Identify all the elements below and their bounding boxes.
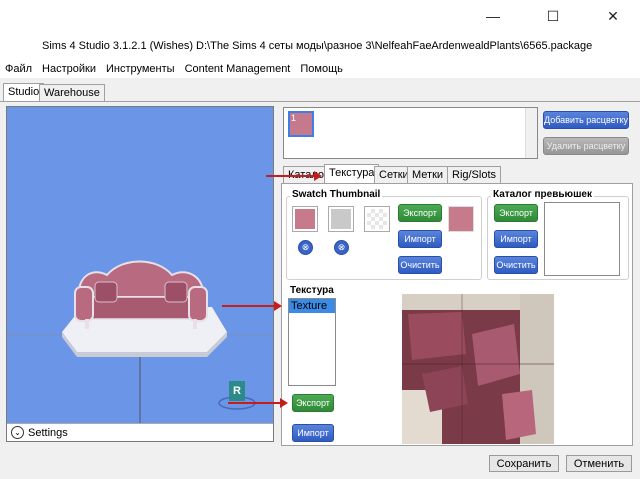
menu-file[interactable]: Файл xyxy=(0,63,37,75)
texture-panel: Swatch Thumbnail ⊗ ⊗ Экспорт Импорт Очис… xyxy=(281,183,633,446)
preview-viewport[interactable]: R ⌄ Settings xyxy=(6,106,274,442)
swatch-export-button[interactable]: Экспорт xyxy=(398,204,442,222)
title-bar: Sims 4 Studio 3.1.2.1 (Wishes) D:\The Si… xyxy=(0,0,640,60)
swatch-item[interactable]: 1 xyxy=(288,111,314,137)
menu-bar: Файл Настройки Инструменты Content Manag… xyxy=(0,60,640,78)
catalog-import-button[interactable]: Импорт xyxy=(494,230,538,248)
swatch-thumb-color[interactable] xyxy=(292,206,318,232)
swatch-scrollbar[interactable] xyxy=(525,108,537,158)
settings-label: Settings xyxy=(28,426,68,439)
maximize-icon[interactable]: ☐ xyxy=(530,0,576,32)
arrow-to-texture-list xyxy=(222,301,282,311)
tab-rig-slots[interactable]: Rig/Slots xyxy=(447,166,502,183)
menu-content-management[interactable]: Content Management xyxy=(180,63,296,75)
texture-import-button[interactable]: Импорт xyxy=(292,424,334,442)
texture-export-button[interactable]: Экспорт xyxy=(292,394,334,412)
swatch-thumb-gray[interactable] xyxy=(328,206,354,232)
list-item[interactable]: Texture xyxy=(289,299,335,313)
chevron-down-circle-icon[interactable]: ⌄ xyxy=(11,426,24,439)
swatch-strip: 1 xyxy=(283,107,538,159)
swatch-thumbnail-title: Swatch Thumbnail xyxy=(290,189,383,200)
sofa-preview xyxy=(7,260,273,423)
menu-help[interactable]: Помощь xyxy=(295,63,348,75)
swatch-thumb-transparent[interactable] xyxy=(364,206,390,232)
settings-bar[interactable]: ⌄ Settings xyxy=(7,423,273,441)
swatch-item-label: 1 xyxy=(291,113,297,123)
texture-preview xyxy=(402,294,554,444)
minimize-icon[interactable]: — xyxy=(470,0,516,32)
delete-swatch-button[interactable]: Удалить расцветку xyxy=(543,137,629,155)
arrow-to-export xyxy=(228,398,288,408)
texture-list[interactable]: Texture xyxy=(288,298,336,386)
catalog-export-button[interactable]: Экспорт xyxy=(494,204,538,222)
swatch-import-button[interactable]: Импорт xyxy=(398,230,442,248)
catalog-preview-title: Каталог превьюшек xyxy=(491,189,594,200)
swatch-preview xyxy=(448,206,474,232)
add-swatch-button[interactable]: Добавить расцветку xyxy=(543,111,629,129)
arrow-to-texture-tab xyxy=(266,171,322,181)
menu-tools[interactable]: Инструменты xyxy=(101,63,180,75)
close-icon[interactable]: ✕ xyxy=(590,0,636,32)
remove-thumb-icon[interactable]: ⊗ xyxy=(298,240,313,255)
save-button[interactable]: Сохранить xyxy=(489,455,559,472)
window-title: Sims 4 Studio 3.1.2.1 (Wishes) D:\The Si… xyxy=(42,40,593,52)
cancel-button[interactable]: Отменить xyxy=(566,455,632,472)
menu-settings[interactable]: Настройки xyxy=(37,63,101,75)
tab-texture[interactable]: Текстура xyxy=(324,164,380,184)
tab-divider xyxy=(0,101,640,102)
tab-tags[interactable]: Метки xyxy=(407,166,449,183)
orientation-badge[interactable]: R xyxy=(233,385,241,397)
swatch-clear-button[interactable]: Очистить xyxy=(398,256,442,274)
remove-gray-icon[interactable]: ⊗ xyxy=(334,240,349,255)
catalog-clear-button[interactable]: Очистить xyxy=(494,256,538,274)
texture-section-title: Текстура xyxy=(288,285,336,296)
tab-warehouse[interactable]: Warehouse xyxy=(39,84,105,101)
catalog-preview-box xyxy=(544,202,620,276)
